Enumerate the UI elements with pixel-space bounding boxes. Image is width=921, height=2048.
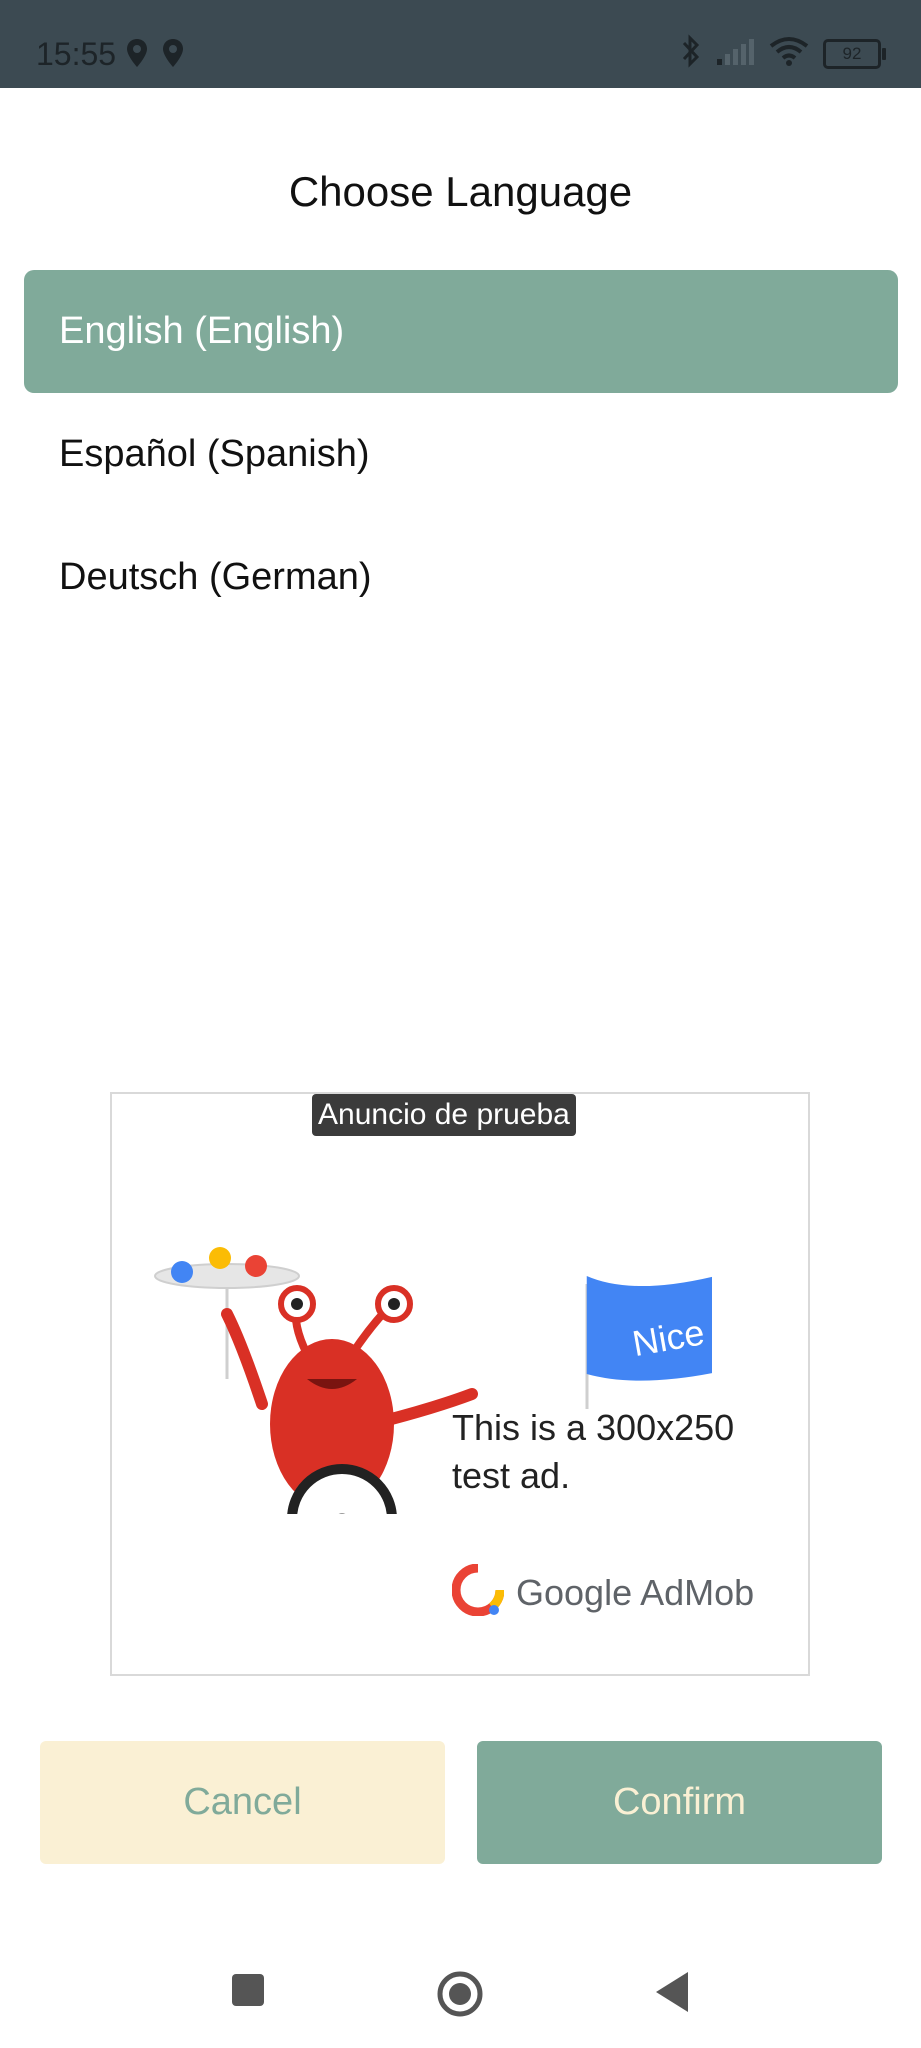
home-icon[interactable] <box>436 1970 484 2023</box>
language-option-german[interactable]: Deutsch (German) <box>24 516 898 639</box>
signal-icon <box>715 37 755 70</box>
battery-level: 92 <box>842 43 862 63</box>
location-icon <box>162 38 184 73</box>
cancel-button[interactable]: Cancel <box>40 1741 445 1864</box>
language-option-english[interactable]: English (English) <box>24 270 898 393</box>
recent-apps-icon[interactable] <box>228 1970 268 2015</box>
back-icon[interactable] <box>652 1970 692 2019</box>
status-bar: 15:55 92 <box>0 0 921 88</box>
navigation-bar <box>0 1940 921 2048</box>
language-list: English (English) Español (Spanish) Deut… <box>24 270 898 639</box>
ad-label: Anuncio de prueba <box>312 1094 576 1136</box>
location-icon <box>126 38 148 73</box>
battery-icon: 92 <box>823 38 886 69</box>
wifi-icon <box>769 36 809 71</box>
page-title: Choose Language <box>288 168 633 215</box>
ad-description: This is a 300x250 test ad. <box>452 1407 735 1496</box>
status-time: 15:55 <box>36 36 117 72</box>
confirm-button[interactable]: Confirm <box>477 1741 882 1864</box>
admob-brand-text: Google AdMob <box>516 1571 755 1613</box>
admob-logo-icon <box>451 1563 505 1621</box>
language-option-spanish[interactable]: Español (Spanish) <box>24 393 898 516</box>
bluetooth-icon <box>681 34 701 73</box>
test-ad-banner[interactable]: Anuncio de prueba Nice job! This is a 30… <box>110 1092 810 1676</box>
